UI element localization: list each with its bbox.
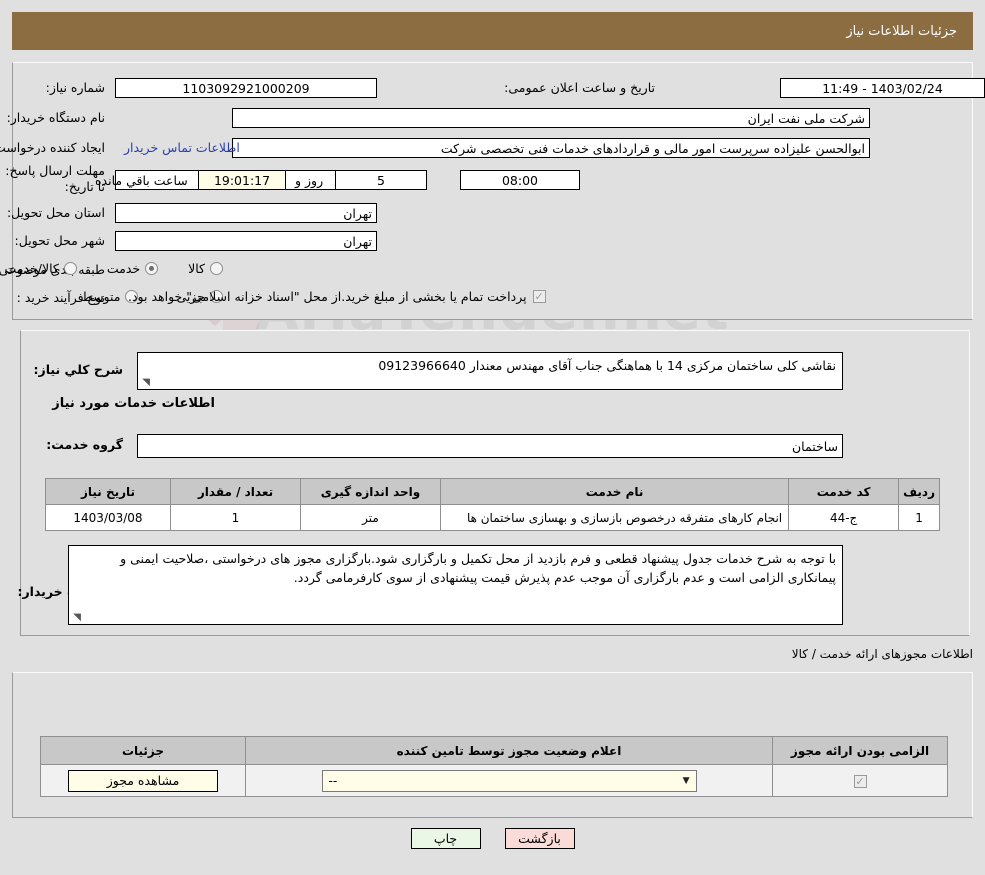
resize-grip-icon[interactable]: ◥ — [140, 378, 150, 388]
page-root: AriaTender.net جزئیات اطلاعات نیاز شماره… — [0, 0, 985, 875]
need-number-label-wrap: شماره نیاز: — [46, 80, 105, 95]
print-button[interactable]: چاپ — [410, 828, 481, 849]
category-option-kala-khedmat-label: کالا/خدمت — [4, 261, 59, 276]
services-table-header-row: ردیف کد خدمت نام خدمت واحد اندازه گیری ت… — [45, 478, 940, 505]
creator-field[interactable]: ابوالحسن علیزاده سرپرست امور مالی و قرار… — [232, 138, 870, 158]
deadline-hour-field[interactable]: 08:00 — [460, 170, 580, 190]
chevron-down-icon: ▼ — [682, 775, 690, 786]
radio-kala-icon[interactable] — [210, 262, 223, 275]
deadline-label-wrap: مهلت ارسال پاسخ: تا تاریخ: — [0, 163, 105, 196]
cell-service-name: انجام کارهای متفرقه درخصوص بازسازی و بهس… — [439, 504, 790, 531]
buyer-org-label-wrap: نام دستگاه خریدار: — [7, 110, 105, 125]
category-option-kala-label: کالا — [188, 261, 205, 276]
services-table: ردیف کد خدمت نام خدمت واحد اندازه گیری ت… — [45, 478, 940, 531]
footer-buttons: بازگشت چاپ — [0, 828, 985, 849]
need-number-field[interactable]: 1103092921000209 — [115, 78, 377, 98]
buyer-notes-textarea[interactable]: با توجه به شرح خدمات جدول پیشنهاد قطعی و… — [68, 545, 843, 625]
category-option-khedmat-label: خدمت — [106, 261, 141, 276]
creator-label: ایجاد کننده درخواست: — [0, 140, 105, 155]
page-title-bar: جزئیات اطلاعات نیاز — [12, 12, 973, 50]
announce-date-label: تاریخ و ساعت اعلان عمومی: — [504, 80, 655, 95]
view-license-button[interactable]: مشاهده مجوز — [68, 769, 218, 792]
delivery-province-field[interactable]: تهران — [115, 203, 377, 223]
licenses-table-header-row: الزامی بودن ارائه مجوز اعلام وضعیت مجوز … — [40, 736, 948, 765]
col-license-required: الزامی بودن ارائه مجوز — [772, 736, 948, 765]
license-row: ✓ ▼ -- مشاهده مجوز — [40, 764, 948, 797]
deadline-label: مهلت ارسال پاسخ: تا تاریخ: — [5, 163, 105, 195]
province-label-wrap: استان محل تحویل: — [7, 205, 105, 220]
category-option-kala-khedmat[interactable]: کالا/خدمت — [4, 261, 77, 276]
cell-unit: متر — [300, 504, 441, 531]
page-title: جزئیات اطلاعات نیاز — [846, 23, 957, 39]
license-status-value: -- — [328, 773, 338, 788]
services-section-title: اطلاعات خدمات مورد نیاز — [52, 396, 215, 411]
delivery-city-field[interactable]: تهران — [115, 231, 377, 251]
cell-service-code: ج-44 — [788, 504, 900, 531]
description-text: نقاشی کلی ساختمان مرکزی 14 با هماهنگی جن… — [378, 358, 836, 373]
cell-license-details: مشاهده مجوز — [40, 764, 246, 797]
deadline-days-field[interactable]: 5 — [335, 170, 427, 190]
service-group-field[interactable]: ساختمان — [137, 434, 843, 458]
buyer-org-field[interactable]: شرکت ملی نفت ایران — [232, 108, 870, 128]
need-number-label: شماره نیاز: — [45, 80, 105, 95]
col-service-code: کد خدمت — [788, 478, 900, 505]
countdown-remaining-label: ساعت باقي مانده — [95, 173, 188, 188]
announce-label-wrap: تاریخ و ساعت اعلان عمومی: — [504, 80, 655, 95]
col-license-details: جزئیات — [40, 736, 246, 765]
process-option-motevaset-label: متوسط — [81, 289, 121, 304]
delivery-city-label: شهر محل تحویل: — [14, 233, 105, 248]
licenses-table: الزامی بودن ارائه مجوز اعلام وضعیت مجوز … — [40, 736, 948, 797]
need-info-panel — [12, 62, 973, 320]
col-quantity: تعداد / مقدار — [170, 478, 301, 505]
col-unit: واحد اندازه گیری — [300, 478, 441, 505]
cell-radif: 1 — [898, 504, 940, 531]
table-row: 1 ج-44 انجام کارهای متفرقه درخصوص بازساز… — [45, 504, 940, 531]
treasury-bond-label: پرداخت تمام یا بخشی از مبلغ خرید.از محل … — [128, 289, 527, 304]
licenses-table-wrap: الزامی بودن ارائه مجوز اعلام وضعیت مجوز … — [40, 736, 948, 797]
col-need-date: تاریخ نیاز — [45, 478, 171, 505]
services-table-wrap: ردیف کد خدمت نام خدمت واحد اندازه گیری ت… — [45, 478, 940, 531]
col-service-name: نام خدمت — [439, 478, 790, 505]
description-textarea[interactable]: نقاشی کلی ساختمان مرکزی 14 با هماهنگی جن… — [137, 352, 843, 390]
radio-khedmat-icon[interactable] — [145, 262, 159, 275]
delivery-province-label: استان محل تحویل: — [6, 205, 105, 220]
radio-kala-khedmat-icon[interactable] — [63, 262, 77, 275]
resize-grip-icon-2[interactable]: ◥ — [71, 613, 81, 623]
announce-date-field[interactable]: 1403/02/24 - 11:49 — [780, 78, 985, 98]
service-group-label: گروه خدمت: — [46, 437, 123, 452]
deadline-days-label: روز و — [295, 173, 324, 188]
treasury-bond-checkbox-wrap[interactable]: ✓ پرداخت تمام یا بخشی از مبلغ خرید.از مح… — [128, 289, 546, 304]
cell-license-status: ▼ -- — [245, 764, 773, 797]
cell-license-required: ✓ — [772, 764, 948, 797]
category-option-kala[interactable]: کالا — [188, 261, 223, 276]
category-radio-group: کالا خدمت کالا/خدمت — [4, 261, 223, 276]
license-required-checkbox-icon: ✓ — [853, 774, 867, 788]
countdown-timer-field: 19:01:17 — [198, 170, 286, 190]
col-radif: ردیف — [898, 478, 940, 505]
cell-quantity: 1 — [170, 504, 301, 531]
licenses-section-note: اطلاعات مجوزهای ارائه خدمت / کالا — [791, 647, 973, 661]
creator-label-wrap: ایجاد کننده درخواست: — [0, 140, 105, 155]
description-label: شرح کلي نياز: — [33, 362, 123, 377]
category-option-khedmat[interactable]: خدمت — [106, 261, 159, 276]
buyer-notes-text: با توجه به شرح خدمات جدول پیشنهاد قطعی و… — [120, 551, 836, 586]
treasury-bond-checkbox-icon[interactable]: ✓ — [532, 290, 546, 303]
buyer-org-label: نام دستگاه خریدار: — [6, 110, 105, 125]
back-button[interactable]: بازگشت — [504, 828, 575, 849]
col-license-status: اعلام وضعیت مجوز توسط تامین کننده — [245, 736, 773, 765]
license-status-select[interactable]: ▼ -- — [321, 769, 697, 792]
buyer-contact-link[interactable]: اطلاعات تماس خریدار — [124, 140, 240, 155]
cell-need-date: 1403/03/08 — [45, 504, 171, 531]
city-label-wrap: شهر محل تحویل: — [15, 233, 105, 248]
